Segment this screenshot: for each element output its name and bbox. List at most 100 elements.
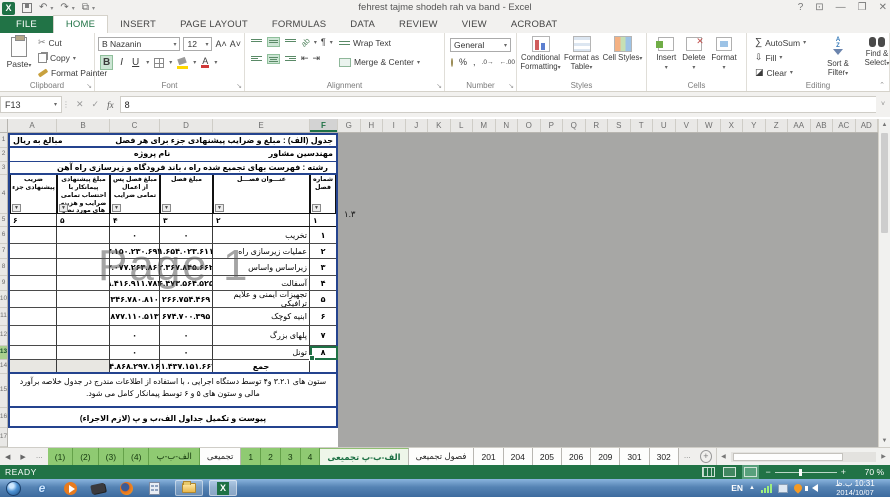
column-number-cell[interactable]: ۲ (213, 214, 310, 226)
font-dialog-launcher-icon[interactable]: ↘ (236, 82, 242, 90)
fill-color-icon[interactable] (177, 58, 188, 67)
cell-chapter-title[interactable]: تخریب (213, 227, 310, 244)
column-header-R[interactable]: R (586, 119, 609, 132)
column-header-W[interactable]: W (698, 119, 721, 132)
speaker-icon[interactable] (808, 484, 818, 492)
sheet-tab-302[interactable]: 302 (650, 448, 679, 465)
excel-taskbar-button[interactable]: X (209, 480, 237, 496)
bottom-align-icon[interactable] (284, 37, 297, 47)
cell-chapter-title[interactable]: تجهیزات ایمنی و علایم ترافیکی (213, 291, 310, 308)
wrap-text-button[interactable]: Wrap Text (337, 37, 422, 49)
cell-chapter-title[interactable]: تونل (213, 346, 310, 360)
cell-chapter-title[interactable]: زیراساس واساس (213, 259, 310, 276)
tab-home[interactable]: HOME (53, 15, 108, 33)
sheet-tab-206[interactable]: 206 (562, 448, 591, 465)
alignment-dialog-launcher-icon[interactable]: ↘ (436, 82, 442, 90)
filter-dropdown-icon[interactable]: ▼ (312, 204, 321, 212)
page-break-outside-area[interactable]: ۱.۳ (338, 133, 878, 447)
row-header-1[interactable]: 1 (0, 133, 7, 148)
grid-body[interactable]: ۱.۳ 1234567891011121314151617 جدول (الف)… (0, 133, 878, 447)
percent-style-icon[interactable]: % (459, 57, 467, 67)
filter-dropdown-icon[interactable]: ▼ (59, 204, 68, 212)
increase-decimal-icon[interactable]: .0→ (482, 59, 494, 66)
cell-adjusted[interactable]: ۸۷۷.۱۱۰.۵۱۳ (110, 308, 160, 326)
font-color-icon[interactable]: A (201, 57, 209, 68)
column-header-AC[interactable]: AC (833, 119, 856, 132)
font-size-combo[interactable]: 12▾ (183, 37, 212, 51)
bold-button[interactable]: B (100, 55, 113, 70)
row-header-8[interactable]: 8 (0, 259, 7, 276)
header-title[interactable]: عنـــوان فصـــل▼ (213, 175, 310, 214)
empty-cell[interactable] (10, 326, 57, 346)
sheet-tab-201[interactable]: 201 (474, 448, 503, 465)
sheet-tab-(4)[interactable]: (4) (124, 448, 149, 465)
format-as-table-button[interactable]: Format as Table▾ (561, 36, 602, 80)
column-number-cell[interactable]: ۳ (160, 214, 213, 226)
cell-chapter-no[interactable]: ۷ (310, 326, 336, 346)
tab-acrobat[interactable]: ACROBAT (499, 16, 570, 33)
cell-adjusted[interactable]: ۰ (110, 227, 160, 244)
taskbar-clock[interactable]: 10:31 ب.ظ 2014/10/07 (824, 479, 886, 497)
text-direction-icon[interactable]: ¶ (321, 37, 326, 47)
decrease-indent-icon[interactable]: ⇤ (301, 53, 309, 64)
column-header-Q[interactable]: Q (563, 119, 586, 132)
cell-adjusted[interactable]: ۸.۴۱۶.۹۱۱.۷۸۳ (110, 276, 160, 291)
restore-icon[interactable]: ❐ (858, 1, 867, 14)
column-number-cell[interactable]: ۶ (10, 214, 57, 226)
font-family-combo[interactable]: B Nazanin▾ (98, 37, 180, 51)
zoom-level[interactable]: 70 % (854, 467, 884, 477)
cell-amount[interactable]: ۰ (160, 346, 213, 360)
page-break-preview-icon[interactable] (744, 467, 757, 477)
horizontal-scroll-track[interactable] (731, 452, 876, 462)
sheet-tab-4[interactable]: 4 (301, 448, 321, 465)
column-header-N[interactable]: N (496, 119, 519, 132)
empty-cell[interactable] (57, 291, 110, 308)
header-proposed[interactable]: مبلغ پیشنهادی پیمانکار با احتساب تمامی ض… (57, 175, 110, 214)
cell-amount[interactable]: ۰ (160, 326, 213, 346)
column-header-S[interactable]: S (608, 119, 631, 132)
empty-cell[interactable] (10, 259, 57, 276)
cell-chapter-no[interactable]: ۳ (310, 259, 336, 276)
autosum-button[interactable]: ∑AutoSum▾ (753, 36, 808, 49)
column-header-D[interactable]: D (160, 119, 213, 132)
language-indicator[interactable]: EN (731, 483, 743, 493)
internet-explorer-icon[interactable]: e (35, 481, 49, 495)
column-header-Y[interactable]: Y (743, 119, 766, 132)
empty-cell[interactable] (57, 308, 110, 326)
row-header-15[interactable]: 15 (0, 374, 7, 408)
column-header-M[interactable]: M (473, 119, 496, 132)
top-align-icon[interactable] (250, 37, 263, 47)
sheet-overflow-left[interactable]: … (31, 448, 48, 465)
empty-cell[interactable] (10, 346, 57, 360)
filter-dropdown-icon[interactable]: ▼ (215, 204, 224, 212)
insert-function-icon[interactable]: fx (107, 100, 114, 110)
cell-amount[interactable]: ۶۷۴.۷۰۰.۳۹۵ (160, 308, 213, 326)
column-header-E[interactable]: E (213, 119, 310, 132)
column-header-Z[interactable]: Z (766, 119, 789, 132)
table-row-۵[interactable]: ۳۴۶.۷۸۰.۸۱۰۲۶۶.۷۵۴.۴۶۹تجهیزات ایمنی و عل… (10, 291, 336, 308)
filter-dropdown-icon[interactable]: ▼ (162, 204, 171, 212)
column-header-L[interactable]: L (451, 119, 474, 132)
cell-chapter-no[interactable]: ۱ (310, 227, 336, 244)
sheet-tab-(3)[interactable]: (3) (99, 448, 124, 465)
table-row-۶[interactable]: ۸۷۷.۱۱۰.۵۱۳۶۷۴.۷۰۰.۳۹۵ابنیه کوچک۶ (10, 308, 336, 326)
worksheet-table[interactable]: جدول (الف) : مبلغ و ضرایب پیشنهادی جزء ب… (8, 133, 338, 428)
row-header-6[interactable]: 6 (0, 227, 7, 244)
zoom-thumb[interactable] (799, 469, 802, 476)
notification-icon[interactable] (792, 482, 803, 493)
column-header-O[interactable]: O (518, 119, 541, 132)
insert-cells-button[interactable]: Insert▾ (656, 37, 676, 80)
decrease-decimal-icon[interactable]: ←.00 (499, 59, 515, 66)
zoom-out-icon[interactable]: − (765, 467, 770, 477)
close-icon[interactable]: ✕ (879, 1, 887, 14)
column-header-U[interactable]: U (653, 119, 676, 132)
sheet-tab-1[interactable]: 1 (241, 448, 261, 465)
cell-amount[interactable]: ۶.۴۷۳.۵۶۴.۵۲۵ (160, 276, 213, 291)
cell-styles-button[interactable]: Cell Styles▾ (602, 36, 643, 80)
increase-indent-icon[interactable]: ⇥ (313, 53, 321, 64)
header-coef[interactable]: ضریب پیشنهادی جزء▼ (10, 175, 57, 214)
delete-cells-button[interactable]: Delete▾ (682, 37, 705, 80)
align-right-icon[interactable] (284, 54, 297, 64)
ribbon-display-options-icon[interactable]: ⊡ (815, 1, 823, 14)
cell-amount[interactable]: ۲۶۶.۷۵۴.۴۶۹ (160, 291, 213, 308)
